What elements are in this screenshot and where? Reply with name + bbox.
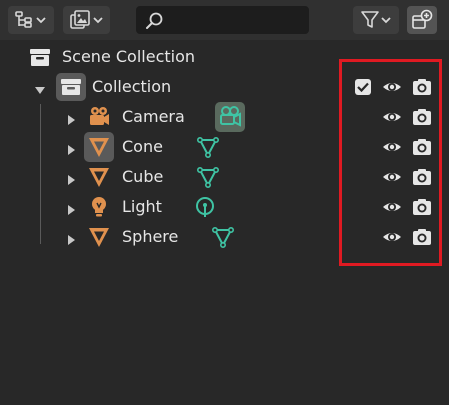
mesh-object-icon	[88, 166, 110, 188]
filter-dropdown[interactable]	[353, 6, 399, 34]
scene-collection-row[interactable]: Scene Collection	[0, 42, 449, 72]
scene-collection-icon	[29, 46, 51, 68]
outliner-item-camera[interactable]: Camera	[0, 102, 449, 132]
item-label: Cube	[122, 167, 164, 186]
camera-object-icon	[88, 106, 110, 128]
eye-icon[interactable]	[382, 197, 402, 217]
item-label: Camera	[122, 107, 185, 126]
outliner-tree-icon	[15, 11, 35, 29]
view-layer-dropdown[interactable]	[63, 6, 110, 34]
disclosure-collapsed-icon[interactable]	[65, 231, 77, 245]
chevron-down-icon	[35, 15, 47, 25]
eye-icon[interactable]	[382, 77, 402, 97]
new-collection-button[interactable]	[407, 6, 437, 34]
render-camera-icon[interactable]	[412, 227, 432, 247]
chevron-down-icon	[92, 15, 104, 25]
outliner-editor: Scene Collection Collection Camera Cone …	[0, 0, 449, 405]
eye-icon[interactable]	[382, 137, 402, 157]
item-label: Light	[122, 197, 162, 216]
outliner-item-cone[interactable]: Cone	[0, 132, 449, 162]
render-camera-icon[interactable]	[412, 107, 432, 127]
render-camera-icon[interactable]	[412, 77, 432, 97]
new-collection-icon	[411, 9, 433, 31]
outliner-item-light[interactable]: Light	[0, 192, 449, 222]
chevron-down-icon	[380, 15, 392, 25]
disclosure-collapsed-icon[interactable]	[65, 141, 77, 155]
disclosure-collapsed-icon[interactable]	[65, 201, 77, 215]
mesh-data-icon[interactable]	[196, 136, 219, 158]
mesh-object-icon	[88, 226, 110, 248]
collection-row[interactable]: Collection	[0, 72, 449, 102]
disclosure-collapsed-icon[interactable]	[65, 171, 77, 185]
outliner-item-sphere[interactable]: Sphere	[0, 222, 449, 252]
search-input[interactable]	[167, 10, 307, 32]
collection-box-icon	[56, 73, 86, 101]
eye-icon[interactable]	[382, 227, 402, 247]
eye-icon[interactable]	[382, 167, 402, 187]
mesh-data-icon[interactable]	[196, 166, 219, 188]
mesh-object-icon	[84, 132, 114, 162]
display-mode-dropdown[interactable]	[8, 6, 54, 34]
funnel-icon	[360, 10, 380, 30]
item-label: Cone	[122, 137, 163, 156]
search-field[interactable]	[136, 6, 309, 34]
eye-icon[interactable]	[382, 107, 402, 127]
camera-data-icon[interactable]	[215, 102, 245, 132]
item-label: Sphere	[122, 227, 179, 246]
render-camera-icon[interactable]	[412, 167, 432, 187]
image-stack-icon	[69, 10, 92, 30]
disclosure-expanded-icon[interactable]	[34, 81, 46, 94]
outliner-item-cube[interactable]: Cube	[0, 162, 449, 192]
scene-collection-label: Scene Collection	[62, 47, 196, 66]
disclosure-collapsed-icon[interactable]	[65, 111, 77, 125]
light-data-icon[interactable]	[194, 196, 216, 218]
search-icon	[145, 11, 165, 35]
light-object-icon	[88, 196, 110, 218]
exclude-checkbox[interactable]	[354, 78, 372, 96]
mesh-data-icon[interactable]	[211, 226, 234, 248]
render-camera-icon[interactable]	[412, 137, 432, 157]
collection-label: Collection	[92, 77, 172, 96]
render-camera-icon[interactable]	[412, 197, 432, 217]
outliner-header	[0, 0, 449, 40]
